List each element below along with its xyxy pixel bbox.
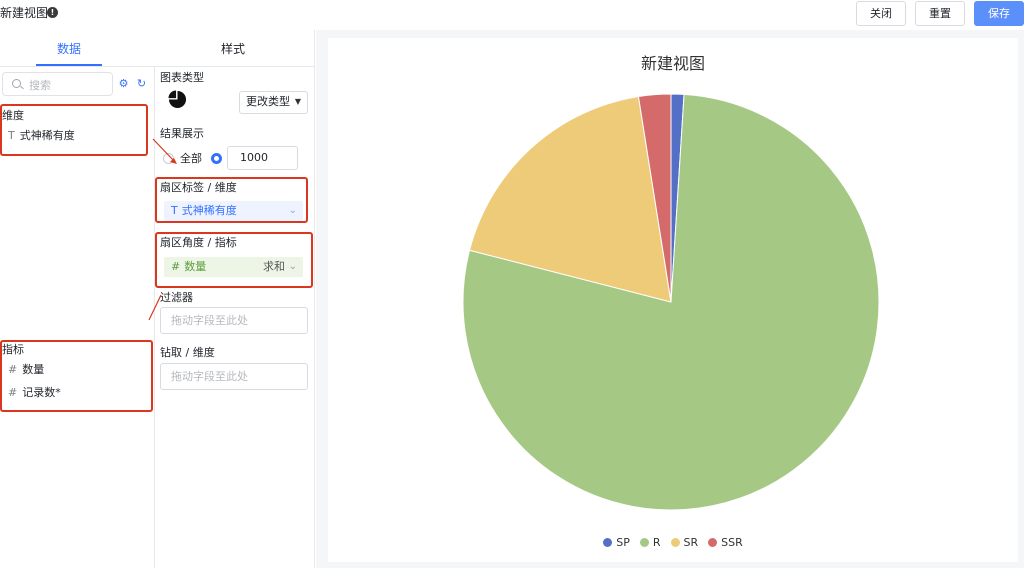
annotation-arrows bbox=[148, 138, 177, 321]
search-placeholder: 搜索 bbox=[29, 79, 51, 92]
legend-dot bbox=[670, 538, 680, 547]
aggregation-label: 求和 bbox=[263, 260, 285, 273]
info-icon[interactable]: ! bbox=[47, 7, 58, 18]
drill-title: 钻取 / 维度 bbox=[160, 346, 215, 359]
measure-field-label: 记录数* bbox=[22, 386, 61, 399]
change-type-select[interactable]: 更改类型 ▼ bbox=[239, 91, 308, 114]
pie-chart bbox=[462, 93, 880, 511]
close-button[interactable]: 关闭 bbox=[856, 1, 906, 26]
result-count-input[interactable]: 1000 bbox=[227, 146, 298, 170]
refresh-icon[interactable]: ↻ bbox=[136, 78, 147, 89]
annotation-arrowhead bbox=[170, 158, 177, 164]
measure-field[interactable]: # 记录数* bbox=[8, 383, 146, 403]
result-count-value: 1000 bbox=[240, 151, 268, 164]
number-type-icon: # bbox=[8, 386, 18, 399]
chevron-down-icon: ⌄ bbox=[288, 261, 297, 272]
field-search[interactable]: 搜索 bbox=[2, 72, 113, 96]
chart-legend: SP R SR SSR bbox=[328, 536, 1018, 549]
legend-label: R bbox=[652, 536, 661, 549]
text-type-icon: T bbox=[8, 129, 15, 142]
legend-label: SP bbox=[616, 536, 630, 549]
chart-canvas-area: 新建视图 SP R SR SSR bbox=[316, 30, 1024, 568]
legend-dot bbox=[639, 538, 649, 547]
legend-item[interactable]: SR bbox=[670, 536, 699, 549]
tab-data[interactable]: 数据 bbox=[36, 38, 102, 60]
pie-chart-icon bbox=[168, 90, 187, 109]
legend-dot bbox=[603, 538, 613, 547]
chart-card: 新建视图 SP R SR SSR bbox=[328, 38, 1018, 562]
top-bar: 新建视图 ! 关闭 重置 保存 bbox=[0, 0, 1024, 30]
legend-label: SR bbox=[683, 536, 699, 549]
measure-field-label: 数量 bbox=[22, 363, 45, 376]
drill-drop-zone[interactable]: 拖动字段至此处 bbox=[160, 363, 308, 390]
search-icon bbox=[12, 79, 21, 88]
caret-down-icon: ▼ bbox=[294, 97, 301, 106]
chart-type-label: 图表类型 bbox=[160, 71, 204, 84]
number-type-icon: # bbox=[8, 363, 18, 376]
legend-item[interactable]: R bbox=[639, 536, 661, 549]
view-title: 新建视图 bbox=[0, 6, 49, 20]
legend-item[interactable]: SP bbox=[603, 536, 630, 549]
legend-dot bbox=[708, 538, 718, 547]
editor-panel: 数据 样式 搜索 ⚙ ↻ 维度 T 式神稀有度 指标 # 数量 # 记录数* 图表类型… bbox=[0, 30, 315, 568]
change-type-label: 更改类型 bbox=[246, 95, 290, 108]
measure-label: 指标 bbox=[2, 343, 24, 356]
dimension-field[interactable]: T 式神稀有度 bbox=[8, 126, 142, 146]
chevron-down-icon: ⌄ bbox=[288, 205, 297, 216]
radio-limit[interactable] bbox=[211, 153, 222, 164]
measure-field[interactable]: # 数量 bbox=[8, 360, 146, 380]
settings-icon[interactable]: ⚙ bbox=[118, 78, 129, 89]
legend-item[interactable]: SSR bbox=[708, 536, 743, 549]
save-button[interactable]: 保存 bbox=[974, 1, 1024, 26]
tab-divider bbox=[0, 66, 315, 67]
drill-placeholder: 拖动字段至此处 bbox=[171, 370, 248, 383]
legend-label: SSR bbox=[721, 536, 743, 549]
tab-style[interactable]: 样式 bbox=[200, 38, 266, 60]
dimension-label: 维度 bbox=[2, 109, 24, 122]
reset-button[interactable]: 重置 bbox=[915, 1, 965, 26]
dimension-field-label: 式神稀有度 bbox=[19, 129, 75, 142]
annotation-arrow bbox=[148, 294, 162, 321]
annotation-arrow bbox=[152, 138, 176, 163]
